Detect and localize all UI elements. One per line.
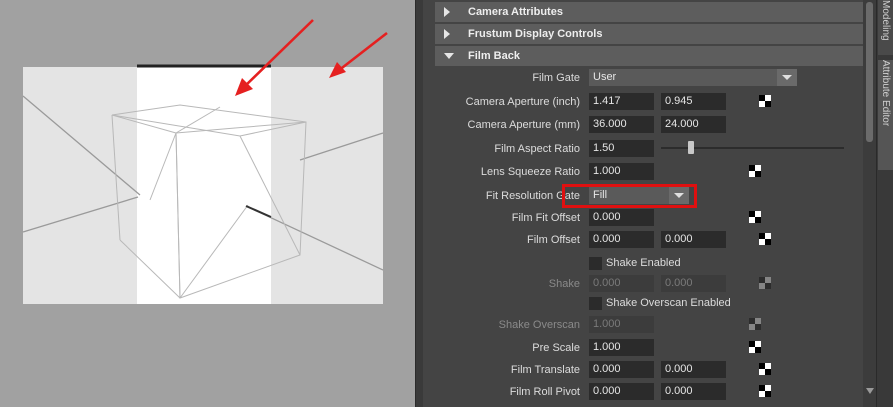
film-translate-field-1[interactable]: 0.000 [589, 361, 654, 378]
vertical-scrollbar[interactable] [863, 0, 876, 407]
camera-aperture-mm-field-2[interactable]: 24.000 [661, 116, 726, 133]
film-translate-field-2[interactable]: 0.000 [661, 361, 726, 378]
section-film-back[interactable]: Film Back [435, 46, 863, 66]
film-roll-pivot-label: Film Roll Pivot [509, 386, 580, 398]
section-frustum-display-controls[interactable]: Frustum Display Controls [435, 24, 863, 44]
scrollbar-thumb[interactable] [866, 2, 873, 142]
film-offset-label: Film Offset [527, 234, 580, 246]
section-title: Frustum Display Controls [468, 28, 603, 40]
section-camera-attributes[interactable]: Camera Attributes [435, 2, 863, 22]
expanded-arrow-icon [444, 53, 454, 59]
camera-aperture-inch-label: Camera Aperture (inch) [465, 96, 580, 108]
map-texture-icon[interactable] [759, 385, 771, 397]
film-fit-offset-field[interactable]: 0.000 [589, 209, 654, 226]
film-aspect-ratio-label: Film Aspect Ratio [494, 143, 580, 155]
shake-overscan-field[interactable]: 1.000 [589, 316, 654, 333]
film-roll-pivot-field-2[interactable]: 0.000 [661, 383, 726, 400]
film-gate-dropdown[interactable]: User [589, 69, 797, 86]
map-texture-icon[interactable] [749, 341, 761, 353]
film-translate-label: Film Translate [510, 364, 580, 376]
film-offset-field-2[interactable]: 0.000 [661, 231, 726, 248]
side-tab-label: Modeling [880, 0, 891, 41]
camera-viewport[interactable] [0, 0, 415, 407]
camera-aperture-mm-label: Camera Aperture (mm) [467, 119, 580, 131]
collapsed-arrow-icon [444, 29, 450, 39]
side-tab-strip: Modeling Attribute Editor [876, 0, 893, 407]
chevron-down-icon [777, 69, 797, 86]
side-tab-attribute-editor[interactable]: Attribute Editor [878, 60, 893, 170]
film-aspect-ratio-field[interactable]: 1.50 [589, 140, 654, 157]
section-title: Film Back [468, 50, 520, 62]
film-gate [137, 67, 271, 304]
shake-label: Shake [548, 278, 580, 290]
shake-field-2[interactable]: 0.000 [661, 275, 726, 292]
shake-overscan-enabled-label: Shake Overscan Enabled [606, 297, 731, 309]
shake-enabled-label: Shake Enabled [606, 257, 681, 269]
shake-field-1[interactable]: 0.000 [589, 275, 654, 292]
fit-resolution-gate-label: Fit Resolution Gate [485, 190, 580, 202]
film-offset-field-1[interactable]: 0.000 [589, 231, 654, 248]
viewport-scene [22, 19, 388, 304]
camera-aperture-mm-field-1[interactable]: 36.000 [589, 116, 654, 133]
camera-aperture-inch-field-1[interactable]: 1.417 [589, 93, 654, 110]
map-texture-icon[interactable] [759, 277, 771, 289]
map-texture-icon[interactable] [759, 233, 771, 245]
scroll-down-arrow-icon[interactable] [866, 388, 874, 394]
slider-handle[interactable] [688, 141, 694, 154]
film-roll-pivot-field-1[interactable]: 0.000 [589, 383, 654, 400]
map-texture-icon[interactable] [749, 211, 761, 223]
lens-squeeze-ratio-label: Lens Squeeze Ratio [480, 166, 580, 178]
shake-enabled-checkbox[interactable] [589, 257, 602, 270]
film-gate-label: Film Gate [532, 72, 580, 84]
map-texture-icon[interactable] [749, 318, 761, 330]
pre-scale-field[interactable]: 1.000 [589, 339, 654, 356]
side-tab-label: Attribute Editor [880, 60, 891, 127]
map-texture-icon[interactable] [759, 363, 771, 375]
shake-overscan-enabled-checkbox[interactable] [589, 297, 602, 310]
camera-aperture-inch-field-2[interactable]: 0.945 [661, 93, 726, 110]
collapsed-arrow-icon [444, 7, 450, 17]
map-texture-icon[interactable] [759, 95, 771, 107]
section-title: Camera Attributes [468, 6, 563, 18]
highlight-box [562, 184, 697, 208]
side-tab-modeling[interactable]: Modeling [878, 0, 893, 55]
film-gate-value: User [593, 71, 617, 83]
map-texture-icon[interactable] [749, 165, 761, 177]
shake-overscan-label: Shake Overscan [498, 319, 580, 331]
pre-scale-label: Pre Scale [532, 342, 580, 354]
lens-squeeze-ratio-field[interactable]: 1.000 [589, 163, 654, 180]
film-fit-offset-label: Film Fit Offset [511, 212, 580, 224]
